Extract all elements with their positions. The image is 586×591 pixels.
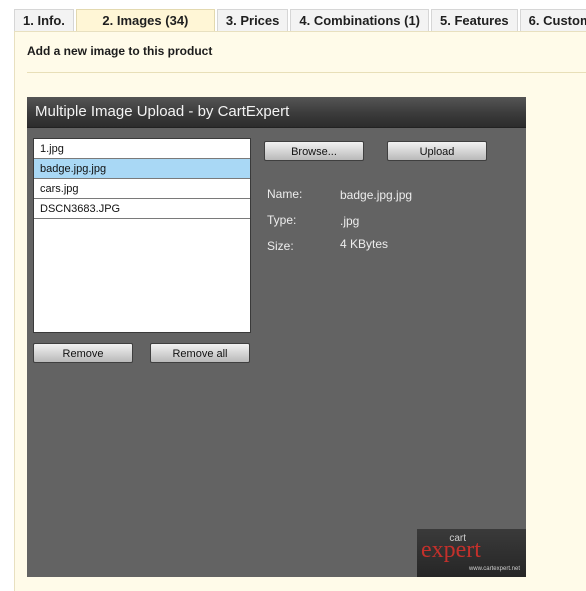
browse-button[interactable]: Browse... (264, 141, 364, 161)
upload-button[interactable]: Upload (387, 141, 487, 161)
file-list-item[interactable]: 1.jpg (34, 139, 250, 159)
file-list-item[interactable]: DSCN3683.JPG (34, 199, 250, 219)
uploader-header: Multiple Image Upload - by CartExpert (27, 97, 526, 128)
file-list[interactable]: 1.jpg badge.jpg.jpg cars.jpg DSCN3683.JP… (33, 138, 251, 333)
tab-info[interactable]: 1. Info. (14, 9, 74, 31)
file-list-item[interactable]: cars.jpg (34, 179, 250, 199)
cartexpert-logo[interactable]: cart expert www.cartexpert.net (417, 529, 526, 577)
remove-all-button[interactable]: Remove all (150, 343, 250, 363)
type-value: .jpg (340, 214, 360, 228)
logo-expert-text: expert (421, 537, 481, 563)
tab-features[interactable]: 5. Features (431, 9, 518, 31)
remove-button[interactable]: Remove (33, 343, 133, 363)
tab-bar: 1. Info. 2. Images (34) 3. Prices 4. Com… (14, 9, 586, 31)
tab-customization[interactable]: 6. Customiz (519, 9, 586, 31)
uploader-title: Multiple Image Upload - by CartExpert (35, 103, 290, 120)
file-list-item-selected[interactable]: badge.jpg.jpg (34, 159, 250, 179)
section-title: Add a new image to this product (27, 44, 213, 58)
size-label: Size: (267, 239, 294, 253)
tab-images[interactable]: 2. Images (34) (75, 9, 215, 31)
multiple-image-uploader: Multiple Image Upload - by CartExpert 1.… (27, 97, 526, 577)
logo-url-text: www.cartexpert.net (468, 566, 520, 572)
divider (27, 72, 586, 73)
name-label: Name: (267, 187, 303, 201)
type-label: Type: (267, 213, 297, 227)
size-value: 4 KBytes (340, 237, 389, 251)
name-value: badge.jpg.jpg (340, 188, 413, 202)
tab-prices[interactable]: 3. Prices (216, 9, 289, 31)
tab-combinations[interactable]: 4. Combinations (1) (290, 9, 430, 31)
